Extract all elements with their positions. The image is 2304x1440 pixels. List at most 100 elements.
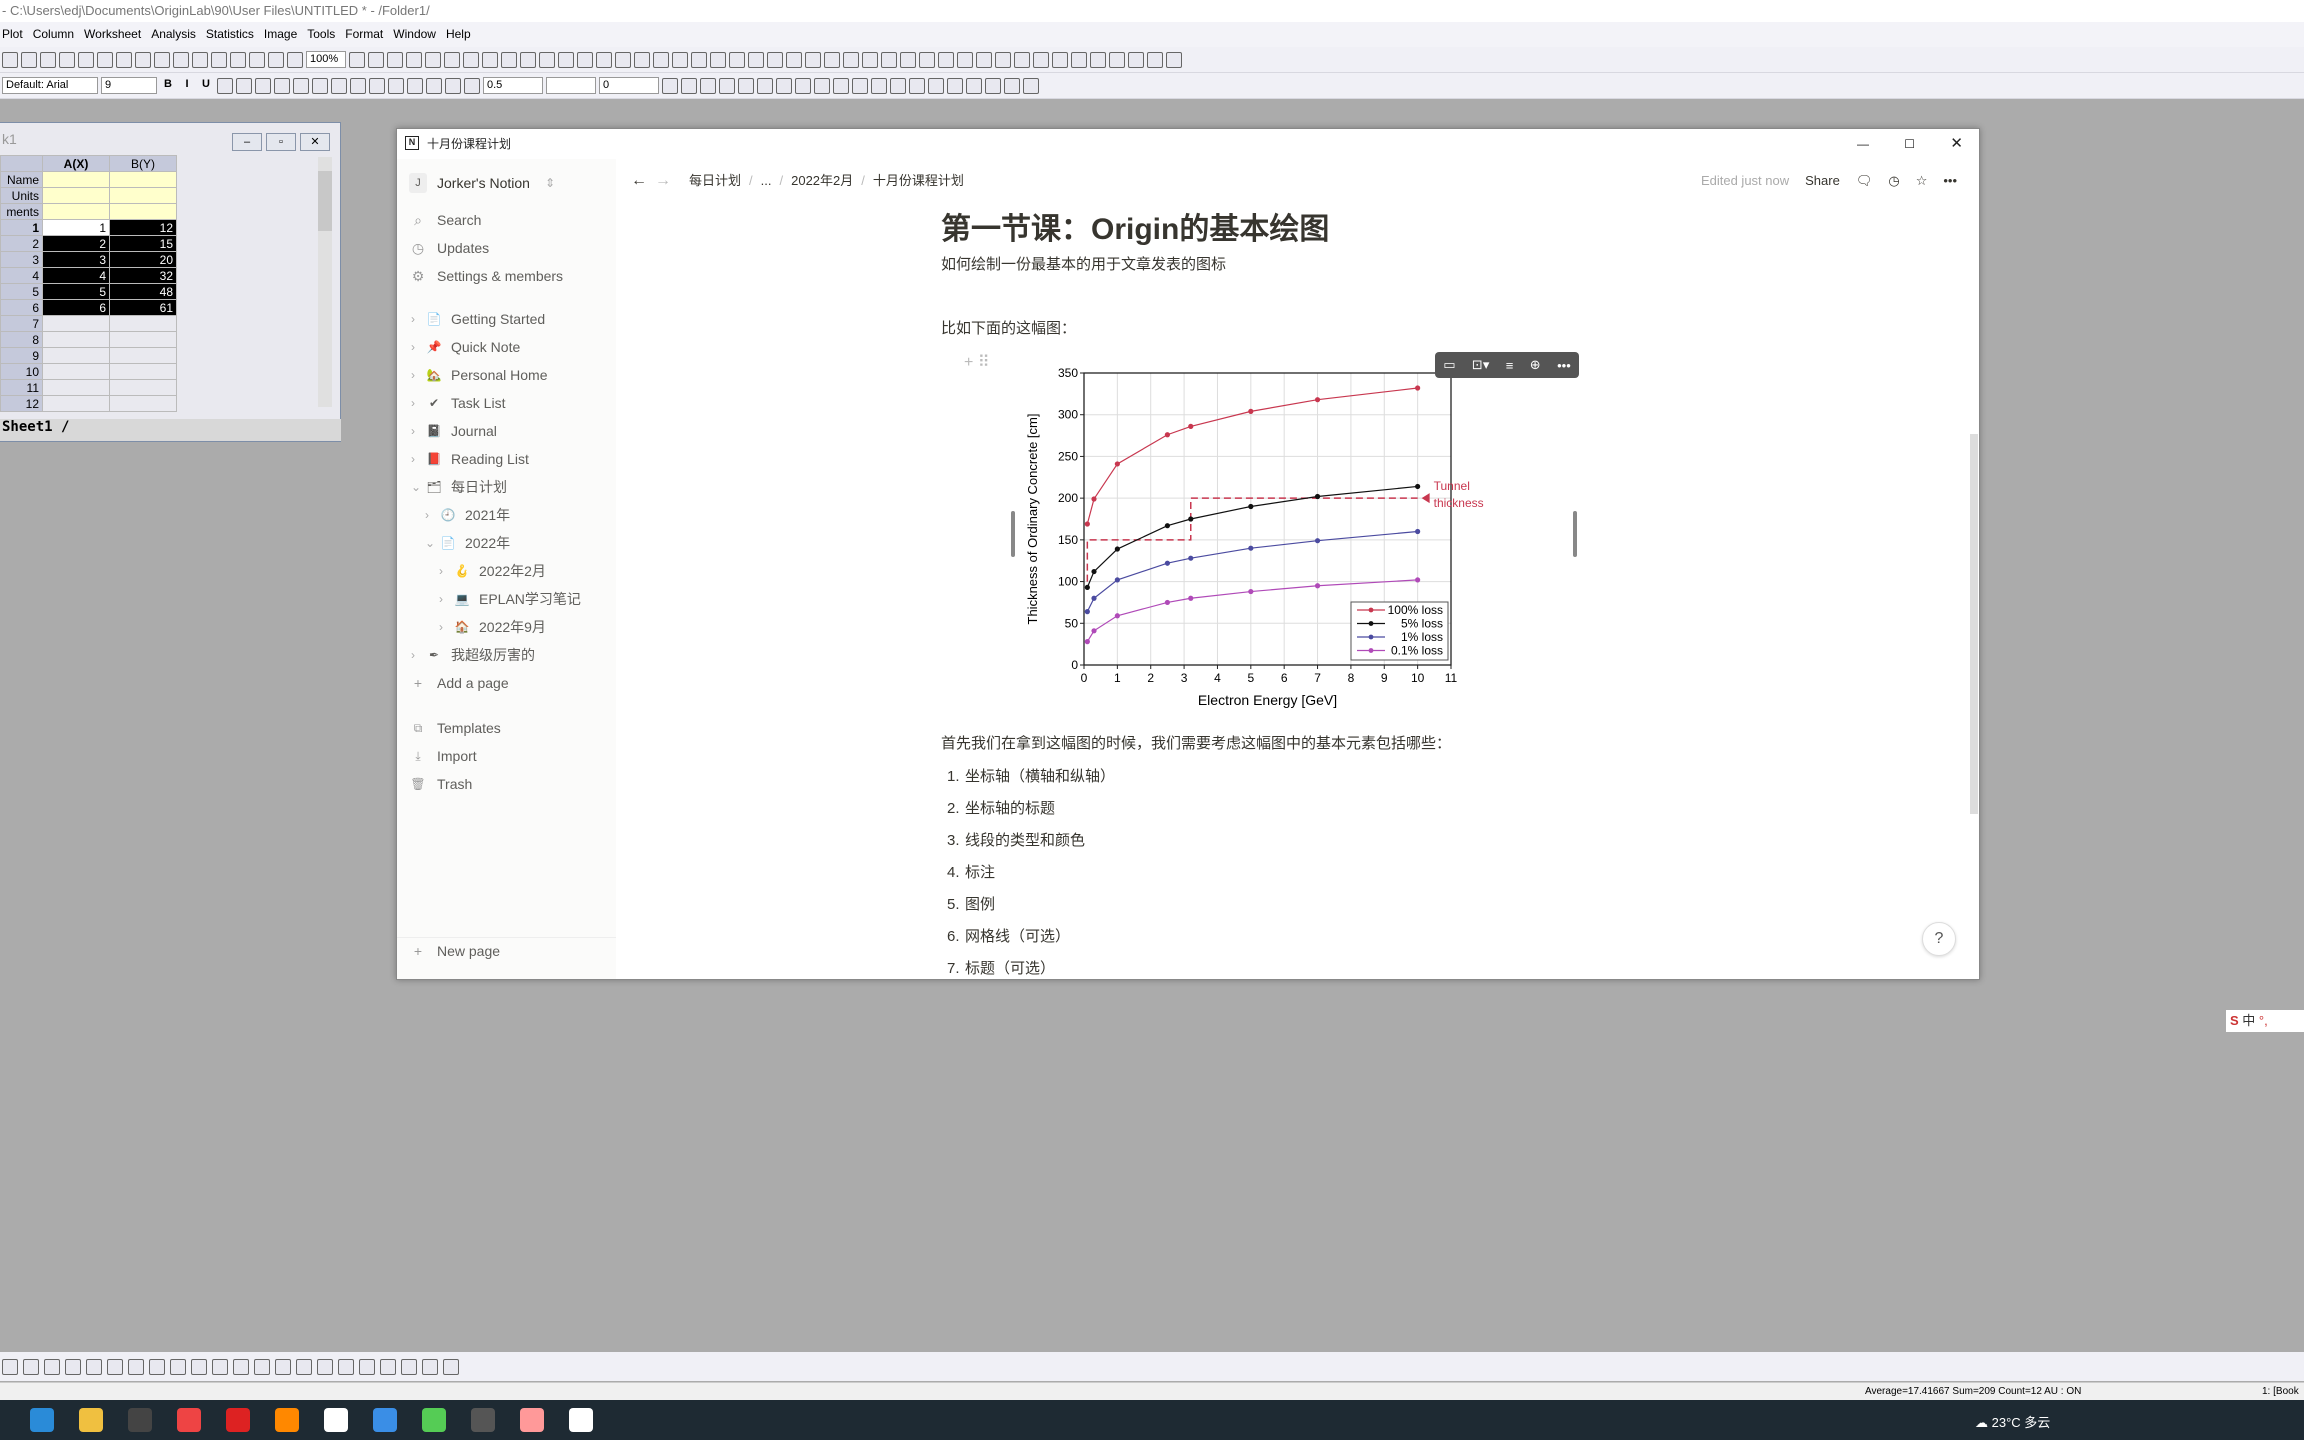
chevron-right-icon[interactable]: › (411, 390, 415, 416)
chevron-right-icon[interactable]: › (411, 334, 415, 360)
format-button-icon[interactable] (700, 77, 716, 94)
meta-cell[interactable] (42, 187, 110, 204)
menu-window[interactable]: Window (391, 22, 444, 47)
zoom-select[interactable]: 100% (306, 51, 346, 68)
format-button-icon[interactable] (719, 77, 735, 94)
maximize-button[interactable]: ☐ (1904, 129, 1915, 159)
format-button-icon[interactable] (681, 77, 697, 94)
format-button-icon[interactable] (464, 77, 480, 94)
sidebar-page[interactable]: › 📓 Journal (397, 418, 616, 444)
format-button-icon[interactable] (236, 77, 252, 94)
meta-cell[interactable] (109, 171, 177, 188)
worksheet-grid[interactable]: A(X) B(Y) Name Units ments 1 1 12 2 2 15 3 3 20 4 4 32 5 5… (0, 155, 177, 412)
toolbar-button-icon[interactable] (805, 51, 821, 68)
sidebar-search[interactable]: ⌕ Search (397, 207, 616, 233)
chevron-down-icon[interactable]: ⌄ (411, 474, 421, 500)
plot-button-icon[interactable] (65, 1358, 81, 1375)
sidebar-page[interactable]: › 📕 Reading List (397, 446, 616, 472)
plot-button-icon[interactable] (191, 1358, 207, 1375)
sidebar-page[interactable]: › 🏠 2022年9月 (397, 614, 616, 640)
chevron-right-icon[interactable]: › (439, 586, 443, 612)
plot-button-icon[interactable] (212, 1358, 228, 1375)
toolbar-button-icon[interactable] (59, 51, 75, 68)
menu-format[interactable]: Format (343, 22, 391, 47)
toolbar-button-icon[interactable] (349, 51, 365, 68)
toolbar-button-icon[interactable] (634, 51, 650, 68)
toolbar-button-icon[interactable] (539, 51, 555, 68)
sidebar-page[interactable]: › 📄 Getting Started (397, 306, 616, 332)
format-button-icon[interactable] (662, 77, 678, 94)
menu-statistics[interactable]: Statistics (204, 22, 262, 47)
ime-toolbar[interactable]: S 中 °, (2226, 1010, 2304, 1032)
cell[interactable]: 2 (42, 235, 110, 252)
meta-cell[interactable] (42, 203, 110, 220)
format-button-icon[interactable] (871, 77, 887, 94)
cell[interactable]: 15 (109, 235, 177, 252)
back-arrow-icon[interactable]: ← (631, 169, 647, 193)
toolbar-button-icon[interactable] (1147, 51, 1163, 68)
favorite-star-icon[interactable]: ☆ (1916, 169, 1928, 193)
toolbar-button-icon[interactable] (406, 51, 422, 68)
toolbar-button-icon[interactable] (767, 51, 783, 68)
taskbar-app-icon[interactable] (324, 1408, 348, 1432)
sidebar-templates[interactable]: ⧉ Templates (397, 715, 616, 741)
page-scrollbar[interactable] (1970, 434, 1978, 814)
toolbar-button-icon[interactable] (976, 51, 992, 68)
toolbar-button-icon[interactable] (154, 51, 170, 68)
toolbar-button-icon[interactable] (1052, 51, 1068, 68)
chevron-right-icon[interactable]: › (411, 642, 415, 668)
taskbar-app-icon[interactable] (275, 1408, 299, 1432)
toolbar-button-icon[interactable] (520, 51, 536, 68)
sidebar-page[interactable]: › 📌 Quick Note (397, 334, 616, 360)
format-button-icon[interactable] (407, 77, 423, 94)
list-item[interactable]: 2. 坐标轴的标题 (947, 797, 1055, 818)
format-button-icon[interactable] (928, 77, 944, 94)
toolbar-button-icon[interactable] (691, 51, 707, 68)
list-item[interactable]: 3. 线段的类型和颜色 (947, 829, 1085, 850)
caption-icon[interactable]: ≡ (1506, 358, 1514, 373)
row-header[interactable]: 9 (0, 347, 43, 364)
toolbar-button-icon[interactable] (192, 51, 208, 68)
plot-button-icon[interactable] (296, 1358, 312, 1375)
plot-button-icon[interactable] (275, 1358, 291, 1375)
row-header[interactable]: 5 (0, 283, 43, 300)
sidebar-page[interactable]: › 🏡 Personal Home (397, 362, 616, 388)
intro-text[interactable]: 比如下面的这幅图： (941, 317, 1076, 338)
cell[interactable] (42, 331, 110, 348)
taskbar-app-icon[interactable] (226, 1408, 250, 1432)
cell[interactable]: 5 (42, 283, 110, 300)
toolbar-button-icon[interactable] (40, 51, 56, 68)
chevron-right-icon[interactable]: › (411, 446, 415, 472)
format-I-icon[interactable]: I (179, 78, 195, 94)
format-button-icon[interactable] (217, 77, 233, 94)
chevron-right-icon[interactable]: › (439, 614, 443, 640)
format-button-icon[interactable] (255, 77, 271, 94)
toolbar-button-icon[interactable] (97, 51, 113, 68)
list-item[interactable]: 6. 网格线（可选） (947, 925, 1070, 946)
row-header[interactable]: 8 (0, 331, 43, 348)
toolbar-button-icon[interactable] (957, 51, 973, 68)
chevron-right-icon[interactable]: › (425, 502, 429, 528)
row-header[interactable]: 2 (0, 235, 43, 252)
plot-button-icon[interactable] (149, 1358, 165, 1375)
cell[interactable]: 20 (109, 251, 177, 268)
download-icon[interactable]: ⊕ (1530, 357, 1541, 373)
toolbar-button-icon[interactable] (919, 51, 935, 68)
new-page-button[interactable]: + New page (397, 937, 616, 963)
chevron-right-icon[interactable]: › (411, 306, 415, 332)
plot-button-icon[interactable] (443, 1358, 459, 1375)
format-B-icon[interactable]: B (160, 78, 176, 94)
column-header[interactable]: A(X) (42, 155, 110, 172)
menu-plot[interactable]: Plot (0, 22, 31, 47)
plot-button-icon[interactable] (422, 1358, 438, 1375)
breadcrumb-item[interactable]: 每日计划 (689, 169, 741, 193)
minimize-button[interactable]: — (1857, 129, 1869, 159)
cell[interactable]: 61 (109, 299, 177, 316)
align-icon[interactable]: ⊡▾ (1472, 357, 1489, 373)
format-button-icon[interactable] (426, 77, 442, 94)
toolbar-button-icon[interactable] (21, 51, 37, 68)
list-item[interactable]: 1. 坐标轴（横轴和纵轴） (947, 765, 1115, 786)
list-item[interactable]: 7. 标题（可选） (947, 957, 1055, 978)
toolbar-button-icon[interactable] (230, 51, 246, 68)
forward-arrow-icon[interactable]: → (655, 169, 671, 193)
